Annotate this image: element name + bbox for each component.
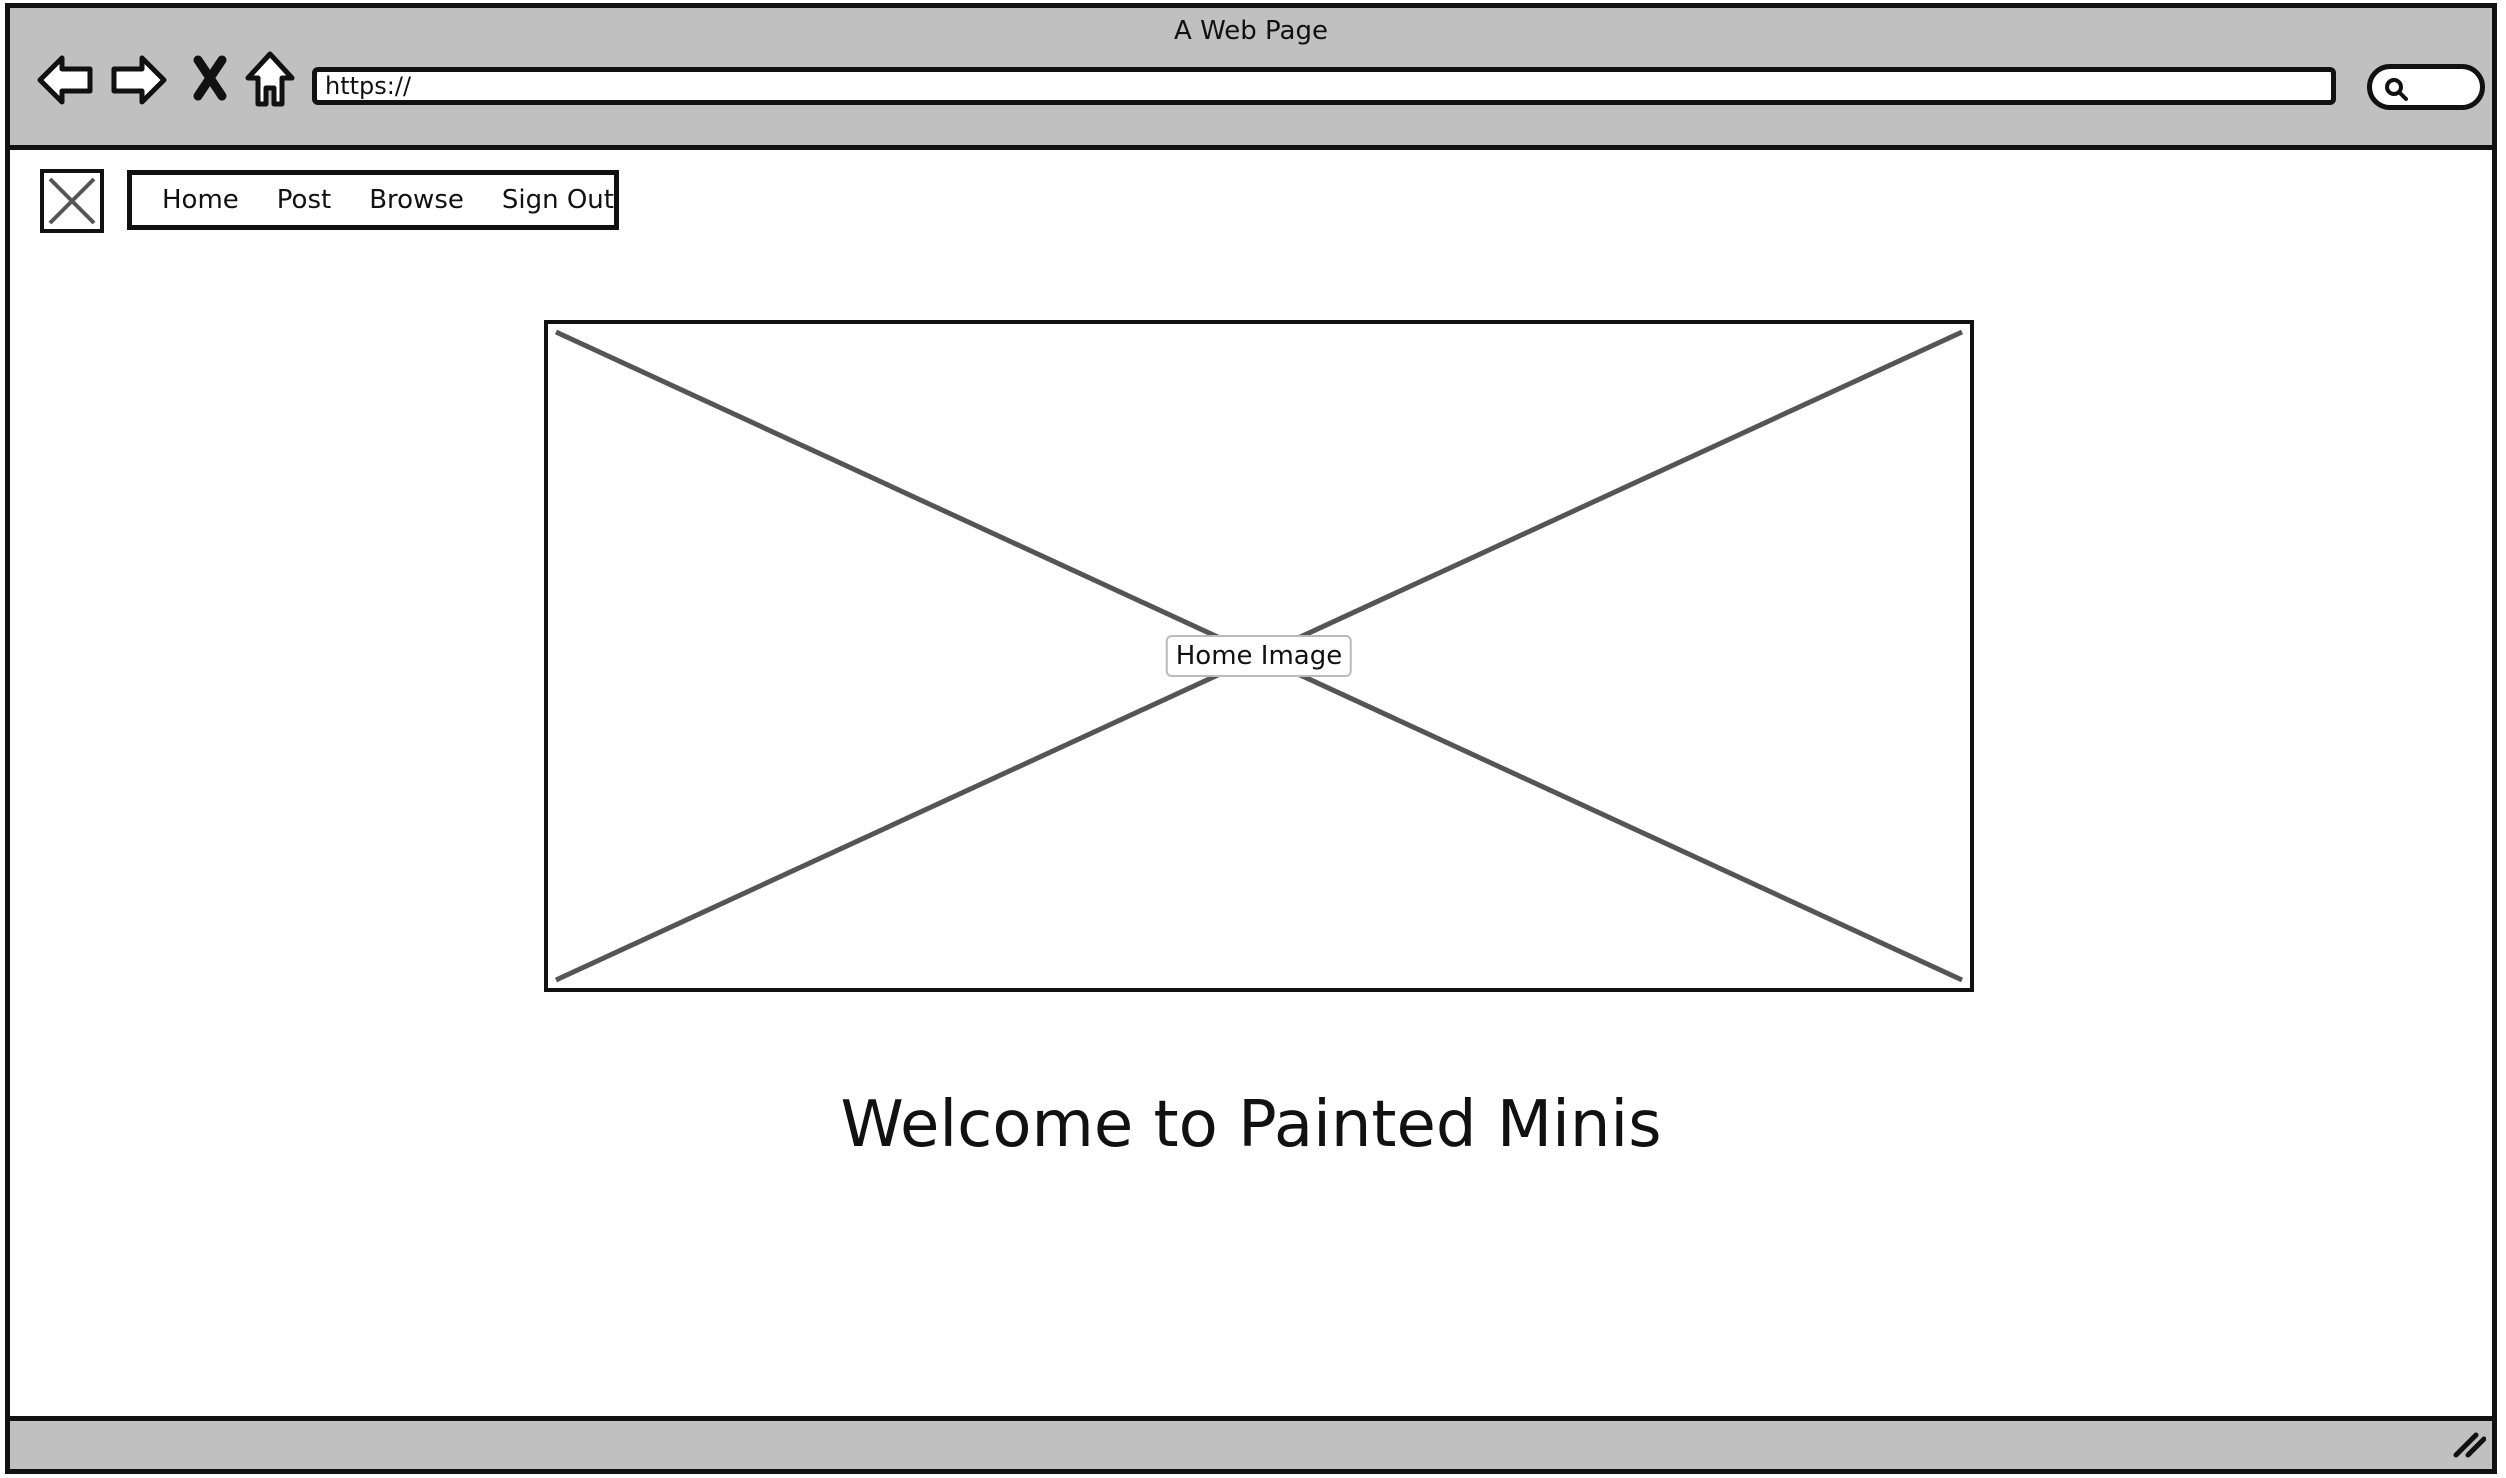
- stop-icon[interactable]: [190, 54, 230, 106]
- main-menu: Home Post Browse Sign Out: [127, 170, 619, 230]
- browser-search-field[interactable]: [2367, 64, 2485, 110]
- browser-window: A Web Page https:// Home Post Browse Sig…: [5, 3, 2497, 1474]
- search-icon: [2385, 78, 2408, 101]
- menu-item-sign-out[interactable]: Sign Out: [502, 185, 614, 215]
- menu-item-browse[interactable]: Browse: [369, 185, 464, 215]
- home-image-placeholder: Home Image: [544, 320, 1974, 992]
- back-arrow-icon[interactable]: [36, 52, 96, 112]
- page-heading: Welcome to Painted Minis: [840, 1088, 1662, 1162]
- window-title: A Web Page: [1174, 16, 1328, 46]
- resize-grip-icon[interactable]: [2450, 1429, 2487, 1463]
- address-bar[interactable]: https://: [312, 67, 2336, 105]
- page-content: Home Post Browse Sign Out Home Image Wel…: [10, 150, 2492, 1426]
- status-bar: [10, 1416, 2492, 1469]
- forward-arrow-icon[interactable]: [108, 52, 168, 112]
- home-icon[interactable]: [244, 50, 296, 114]
- menu-item-home[interactable]: Home: [162, 185, 239, 215]
- home-image-label: Home Image: [1165, 635, 1353, 677]
- browser-toolbar: A Web Page https://: [10, 8, 2492, 150]
- image-placeholder-icon[interactable]: [40, 169, 104, 233]
- menu-item-post[interactable]: Post: [277, 185, 331, 215]
